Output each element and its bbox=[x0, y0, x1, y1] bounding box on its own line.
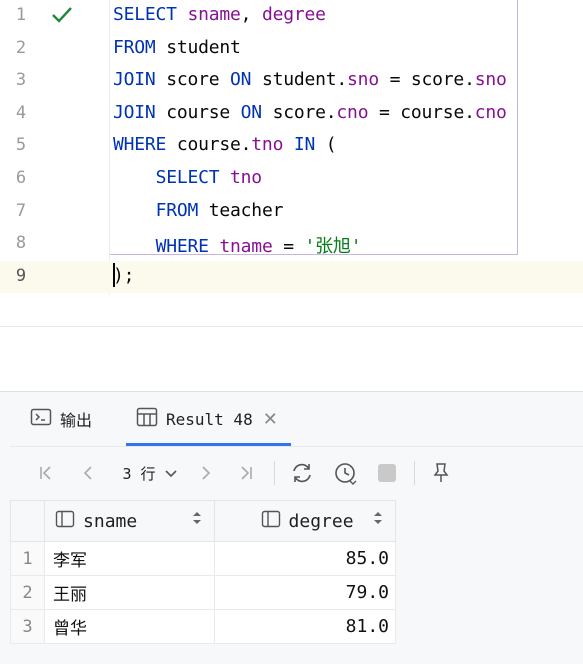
console-icon bbox=[30, 407, 52, 431]
page-size-select[interactable]: 3 行 bbox=[118, 459, 182, 487]
pin-icon[interactable] bbox=[428, 459, 454, 487]
checkmark-icon bbox=[50, 3, 74, 27]
toolbar-separator bbox=[414, 461, 415, 485]
line-number: 8 bbox=[15, 233, 27, 253]
cell-sname[interactable]: 李军 bbox=[44, 541, 215, 576]
subquery-highlight-frame bbox=[110, 0, 518, 255]
cell-degree[interactable]: 85.0 bbox=[213, 541, 397, 576]
result-table: sname degree 1 李军 85.0 2 王丽 79.0 3 曾华 81… bbox=[9, 500, 397, 644]
close-icon[interactable]: ✕ bbox=[263, 409, 278, 430]
row-header-corner bbox=[9, 500, 46, 542]
cell-degree[interactable]: 79.0 bbox=[213, 575, 397, 610]
cell-sname[interactable]: 曾华 bbox=[44, 609, 215, 644]
line-number: 5 bbox=[15, 135, 27, 155]
sort-icon[interactable] bbox=[192, 509, 202, 532]
table-grid-icon bbox=[136, 407, 158, 431]
table-row[interactable]: 1 李军 85.0 bbox=[9, 541, 397, 576]
table-row[interactable]: 2 王丽 79.0 bbox=[9, 575, 397, 610]
line-number: 1 bbox=[15, 5, 27, 25]
column-header-sname[interactable]: sname bbox=[44, 500, 215, 542]
stop-icon[interactable] bbox=[374, 459, 400, 487]
text-caret bbox=[113, 263, 115, 287]
column-name: degree bbox=[288, 510, 354, 532]
tab-result-label: Result 48 bbox=[166, 409, 253, 429]
history-clock-icon[interactable] bbox=[332, 459, 360, 487]
line-number: 6 bbox=[15, 168, 27, 188]
column-header-degree[interactable]: degree bbox=[213, 500, 397, 542]
first-page-icon[interactable] bbox=[34, 459, 58, 487]
refresh-icon[interactable] bbox=[288, 459, 316, 487]
previous-page-icon[interactable] bbox=[76, 459, 100, 487]
line-number: 3 bbox=[15, 70, 27, 90]
line-number: 7 bbox=[15, 201, 27, 221]
cell-degree[interactable]: 81.0 bbox=[213, 609, 397, 644]
tab-output[interactable]: 输出 bbox=[30, 392, 92, 446]
row-number: 2 bbox=[9, 575, 46, 610]
line-number: 4 bbox=[15, 103, 27, 123]
result-grid[interactable]: sname degree 1 李军 85.0 2 王丽 79.0 3 曾华 81… bbox=[9, 500, 397, 644]
column-icon bbox=[261, 510, 281, 533]
toolbar-separator bbox=[274, 461, 275, 485]
row-number: 1 bbox=[9, 541, 46, 576]
sort-icon[interactable] bbox=[373, 509, 383, 532]
line-number: 2 bbox=[15, 38, 27, 58]
page-size-label: 3 行 bbox=[122, 464, 156, 483]
sql-text: ); bbox=[113, 265, 135, 286]
column-name: sname bbox=[83, 510, 138, 532]
line-number: 9 bbox=[15, 266, 27, 286]
cell-sname[interactable]: 王丽 bbox=[44, 575, 215, 610]
tab-output-label: 输出 bbox=[60, 411, 93, 430]
panel-tabs: 输出 Result 48 ✕ bbox=[10, 392, 583, 446]
result-toolbar: 3 行 bbox=[10, 446, 583, 499]
column-icon bbox=[55, 510, 75, 533]
row-number: 3 bbox=[9, 609, 46, 644]
code-line[interactable]: 9); bbox=[0, 261, 583, 293]
code-text[interactable]: ); bbox=[113, 265, 134, 286]
last-page-icon[interactable] bbox=[234, 459, 258, 487]
services-panel: 输出 Result 48 ✕ 3 行 sname degree 1 李军 85.… bbox=[0, 391, 583, 664]
next-page-icon[interactable] bbox=[194, 459, 218, 487]
table-row[interactable]: 3 曾华 81.0 bbox=[9, 609, 397, 644]
chevron-down-icon bbox=[164, 466, 178, 480]
tab-result[interactable]: Result 48 ✕ bbox=[126, 392, 291, 446]
sql-editor[interactable]: 1 SELECT sname, degree 2 FROM student 3 JOIN … bbox=[0, 0, 583, 327]
